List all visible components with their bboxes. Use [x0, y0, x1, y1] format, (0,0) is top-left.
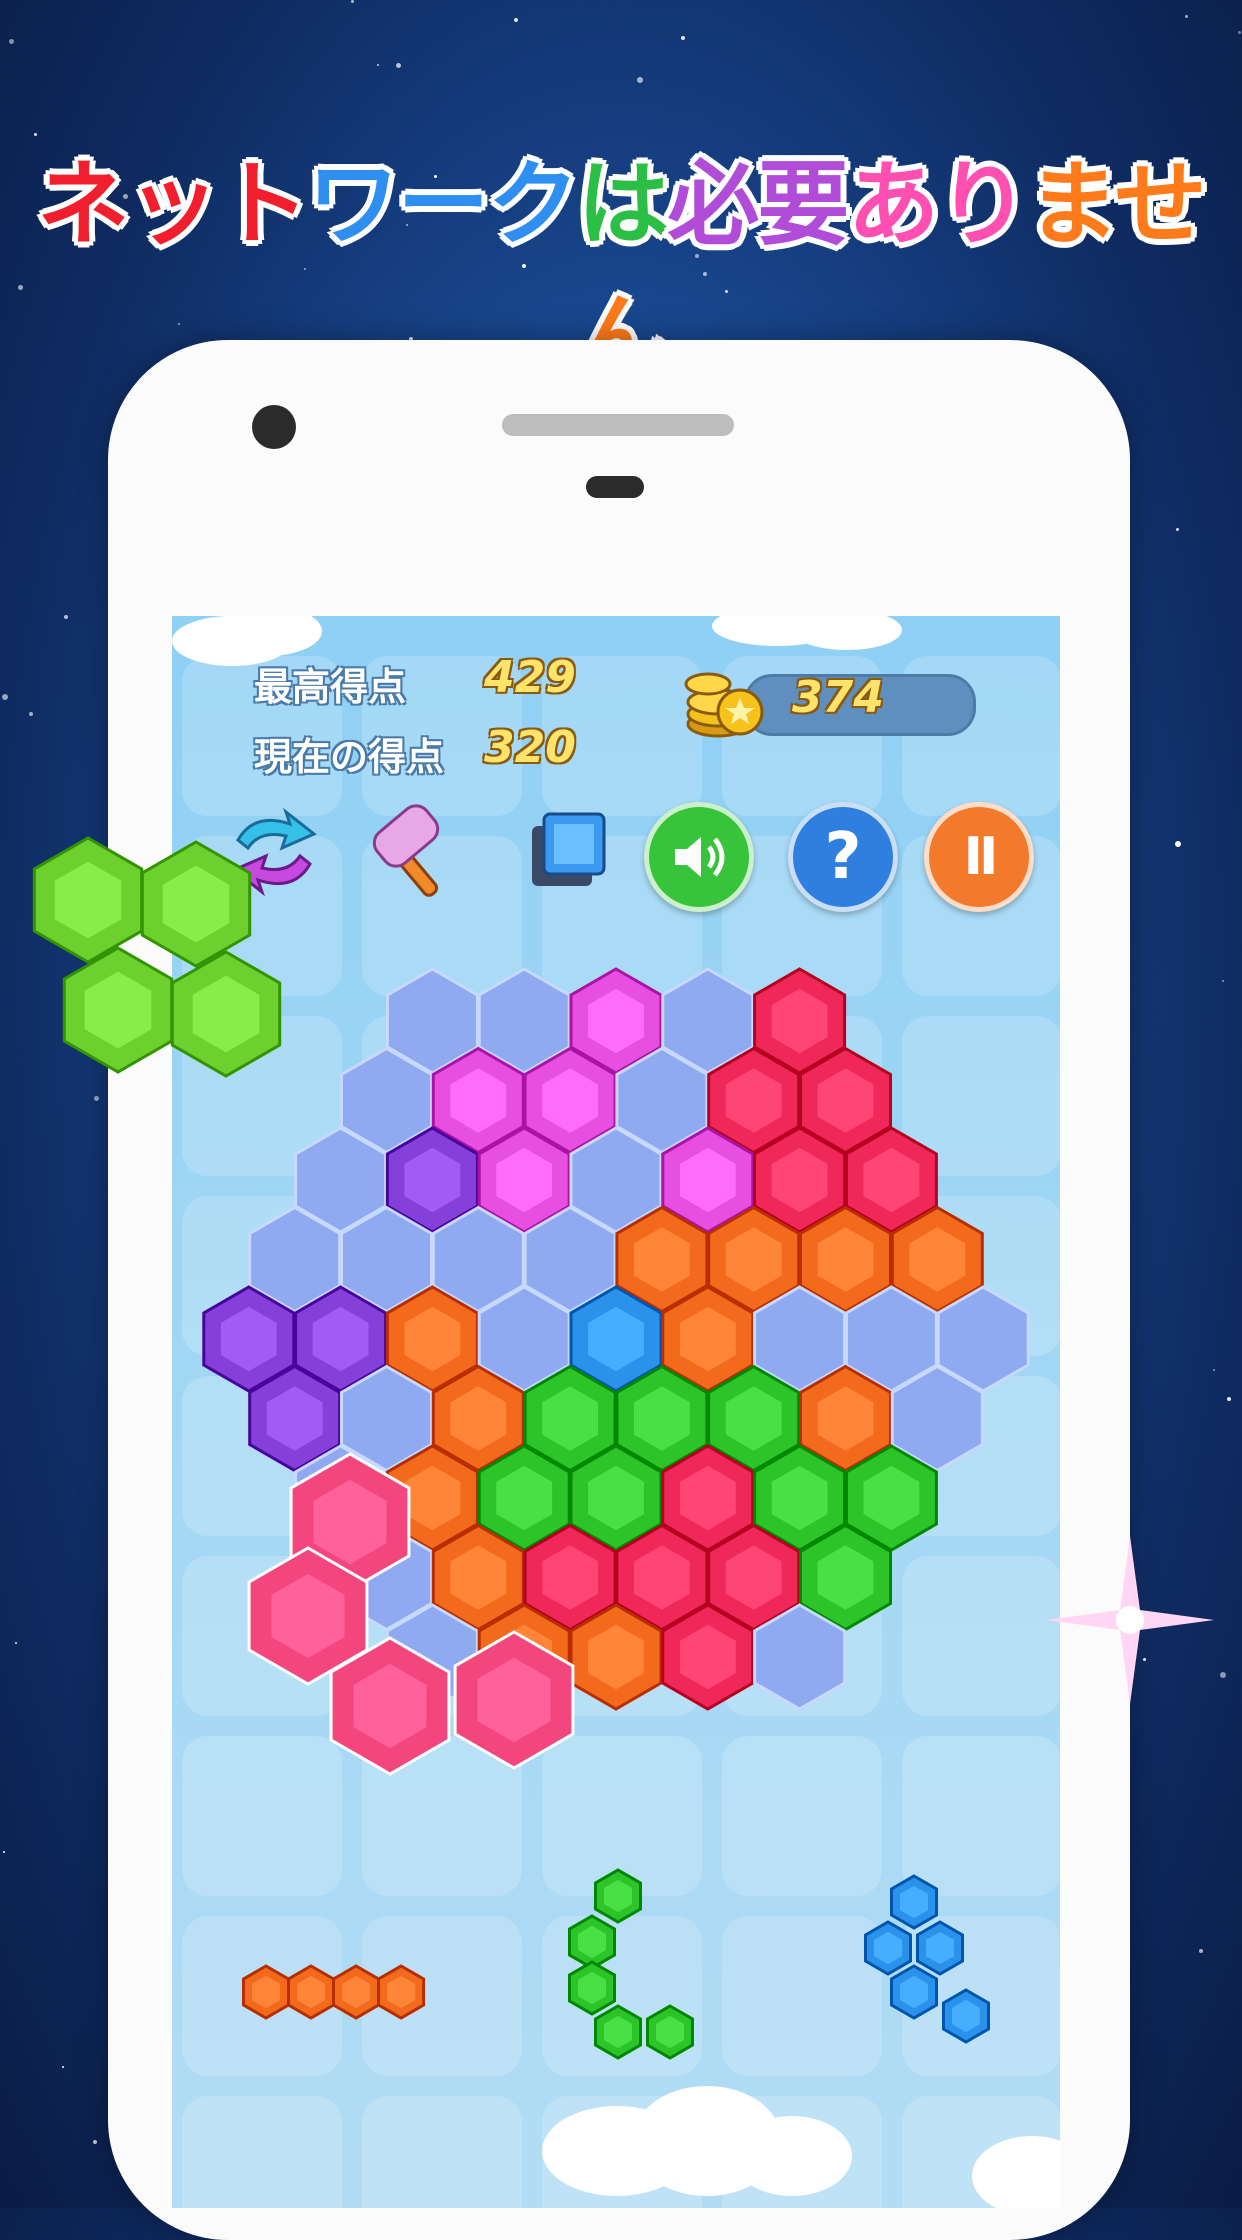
dragged-piece-cell — [453, 1630, 575, 1770]
decor-piece-cell — [32, 836, 144, 964]
star — [2, 694, 8, 700]
star — [351, 0, 354, 3]
star — [62, 2066, 64, 2068]
star — [9, 39, 14, 44]
decor-green-piece — [32, 836, 282, 1078]
star — [64, 615, 68, 619]
star — [29, 712, 33, 716]
tray-cell — [332, 1964, 381, 2020]
proximity-sensor — [586, 476, 644, 498]
decor-piece-cell — [170, 950, 282, 1078]
earpiece-speaker — [502, 414, 734, 436]
tray-cell — [594, 1868, 642, 1924]
tray-cell — [916, 1920, 964, 1976]
tray-cell — [890, 1964, 938, 2020]
star — [681, 36, 685, 40]
tray-cell — [864, 1920, 912, 1976]
tray-cell — [568, 1914, 616, 1970]
tray-cell — [377, 1964, 426, 2020]
star — [396, 63, 401, 68]
headline-segment: は — [577, 151, 669, 258]
tray-cell — [242, 1964, 290, 2020]
decor-piece-cell — [62, 946, 174, 1074]
star — [1213, 1369, 1215, 1371]
star — [514, 18, 518, 22]
star — [1175, 841, 1181, 847]
tray-cell — [594, 2004, 642, 2060]
star — [1238, 31, 1241, 34]
tray-cell — [890, 1874, 938, 1930]
front-camera — [252, 405, 296, 449]
star — [93, 2140, 97, 2144]
star — [15, 1642, 17, 1644]
headline-segment: 必要 — [667, 151, 849, 258]
tray-cell — [942, 1988, 990, 2044]
tray-cell — [646, 2004, 694, 2060]
star — [1227, 1397, 1231, 1401]
tray-cell — [568, 1960, 616, 2016]
star — [377, 64, 379, 66]
headline-segment: あり — [847, 151, 1029, 258]
headline-segment: ワーク — [307, 151, 579, 258]
star — [3, 1851, 5, 1853]
star — [1176, 528, 1179, 531]
tray-cell — [287, 1964, 335, 2020]
star — [1220, 1672, 1226, 1678]
star — [1199, 1949, 1203, 1953]
star — [1185, 15, 1188, 18]
decor-piece-cell — [140, 840, 252, 968]
sparkle-icon — [1046, 1536, 1214, 1704]
star — [637, 77, 643, 83]
star — [1222, 980, 1224, 982]
headline-segment: ネット — [37, 151, 309, 258]
